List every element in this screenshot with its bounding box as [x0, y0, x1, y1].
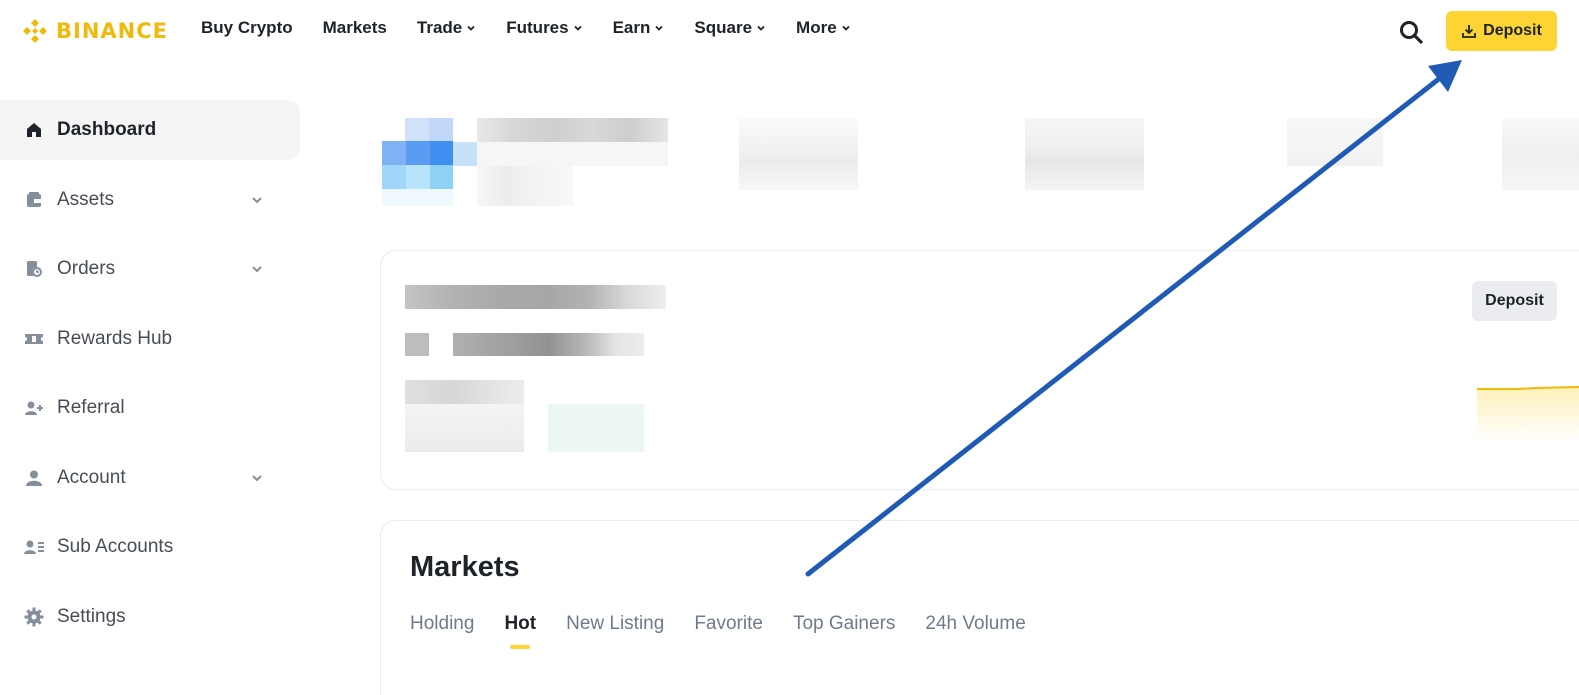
info-redacted-4 — [1502, 118, 1579, 190]
balance-sub-redacted — [405, 380, 524, 404]
deposit-label: Deposit — [1483, 22, 1542, 39]
tab-new-listing[interactable]: New Listing — [566, 613, 664, 635]
sidebar-item-account[interactable]: Account — [0, 448, 300, 508]
top-navigation: BINANCE Buy Crypto Markets Trade Futures… — [0, 0, 1579, 62]
info-redacted-3 — [1287, 118, 1383, 166]
avatar — [382, 118, 453, 206]
sidebar-item-label: Account — [57, 466, 126, 488]
download-icon — [1462, 25, 1477, 38]
sidebar-item-label: Assets — [57, 188, 115, 210]
sidebar-item-assets[interactable]: Assets — [0, 170, 300, 230]
sidebar-item-label: Orders — [57, 258, 116, 279]
sidebar-item-label: Rewards Hub — [57, 327, 173, 349]
balance-label-redacted — [405, 285, 666, 309]
nav-label: Trade — [416, 18, 463, 37]
nav-label: Buy Crypto — [201, 18, 293, 37]
username-redacted — [477, 118, 668, 142]
sidebar-item-sub-accounts[interactable]: Sub Accounts — [0, 517, 300, 577]
wallet-icon — [24, 190, 44, 210]
sidebar-item-label: Referral — [57, 397, 125, 418]
nav-futures[interactable]: Futures — [506, 18, 582, 38]
nav-label: More — [796, 18, 837, 37]
markets-card — [380, 520, 1579, 695]
binance-logo[interactable]: BINANCE — [20, 16, 168, 46]
deposit-button[interactable]: Deposit — [1446, 11, 1557, 51]
binance-logo-icon — [23, 19, 47, 43]
badge-redacted — [477, 166, 573, 206]
nav-more[interactable]: More — [796, 18, 851, 38]
chevron-down-icon — [467, 25, 475, 31]
sidebar-item-label: Settings — [57, 605, 126, 627]
chevron-down-icon — [655, 25, 664, 31]
sidebar-item-settings[interactable]: Settings — [0, 587, 300, 647]
sidebar-item-rewards-hub[interactable]: Rewards Hub — [0, 309, 300, 369]
deposit-label: Deposit — [1485, 292, 1544, 309]
info-redacted-1 — [739, 118, 858, 190]
arrow-head — [1428, 60, 1462, 92]
tab-24h-volume[interactable]: 24h Volume — [925, 613, 1025, 635]
chevron-down-icon — [842, 25, 850, 31]
search-icon[interactable] — [1398, 19, 1424, 45]
nav-buy-crypto[interactable]: Buy Crypto — [201, 18, 293, 38]
chevron-down-icon[interactable] — [250, 194, 264, 206]
nav-label: Earn — [612, 18, 651, 37]
add-user-icon — [24, 398, 44, 418]
nav-earn[interactable]: Earn — [613, 18, 665, 38]
balance-sparkline — [1477, 386, 1579, 442]
nav-markets[interactable]: Markets — [323, 18, 387, 38]
markets-tabs: Holding Hot New Listing Favorite Top Gai… — [410, 613, 1056, 649]
tab-hot[interactable]: Hot — [504, 613, 536, 649]
chevron-down-icon[interactable] — [250, 472, 264, 484]
sidebar-item-label: Sub Accounts — [57, 536, 174, 557]
sidebar: Dashboard Assets Orders Rewards Hub Refe… — [0, 100, 300, 656]
tab-holding[interactable]: Holding — [410, 613, 474, 635]
card-deposit-button[interactable]: Deposit — [1472, 281, 1557, 321]
sidebar-item-orders[interactable]: Orders — [0, 239, 300, 299]
uid-redacted — [477, 142, 668, 166]
tab-top-gainers[interactable]: Top Gainers — [793, 613, 895, 635]
sub-accounts-icon — [24, 537, 44, 557]
nav-label: Square — [694, 18, 753, 37]
home-icon — [24, 120, 44, 140]
chevron-down-icon — [757, 25, 765, 31]
sidebar-item-label: Dashboard — [57, 119, 157, 140]
ticket-icon — [24, 329, 44, 349]
nav-label: Futures — [506, 18, 569, 37]
nav-label: Markets — [322, 18, 387, 37]
tab-favorite[interactable]: Favorite — [694, 613, 763, 635]
chevron-down-icon[interactable] — [250, 263, 264, 275]
info-redacted-2 — [1025, 118, 1144, 190]
balance-value-redacted — [405, 333, 429, 356]
nav-square[interactable]: Square — [694, 18, 766, 38]
gear-icon — [24, 607, 44, 627]
balance-pnl-redacted — [405, 404, 524, 452]
markets-title: Markets — [410, 551, 520, 583]
chevron-down-icon — [573, 25, 582, 31]
balance-pnl-badge-redacted — [548, 404, 644, 452]
balance-value-redacted-2 — [453, 333, 644, 356]
nav-trade[interactable]: Trade — [417, 18, 476, 38]
brand-name: BINANCE — [56, 19, 168, 43]
avatar-edge-pixel — [453, 142, 477, 166]
orders-icon — [24, 259, 44, 279]
sidebar-item-referral[interactable]: Referral — [0, 378, 300, 438]
user-icon — [24, 468, 44, 488]
main-nav-links: Buy Crypto Markets Trade Futures Earn Sq… — [201, 18, 881, 38]
sidebar-item-dashboard[interactable]: Dashboard — [0, 100, 300, 160]
